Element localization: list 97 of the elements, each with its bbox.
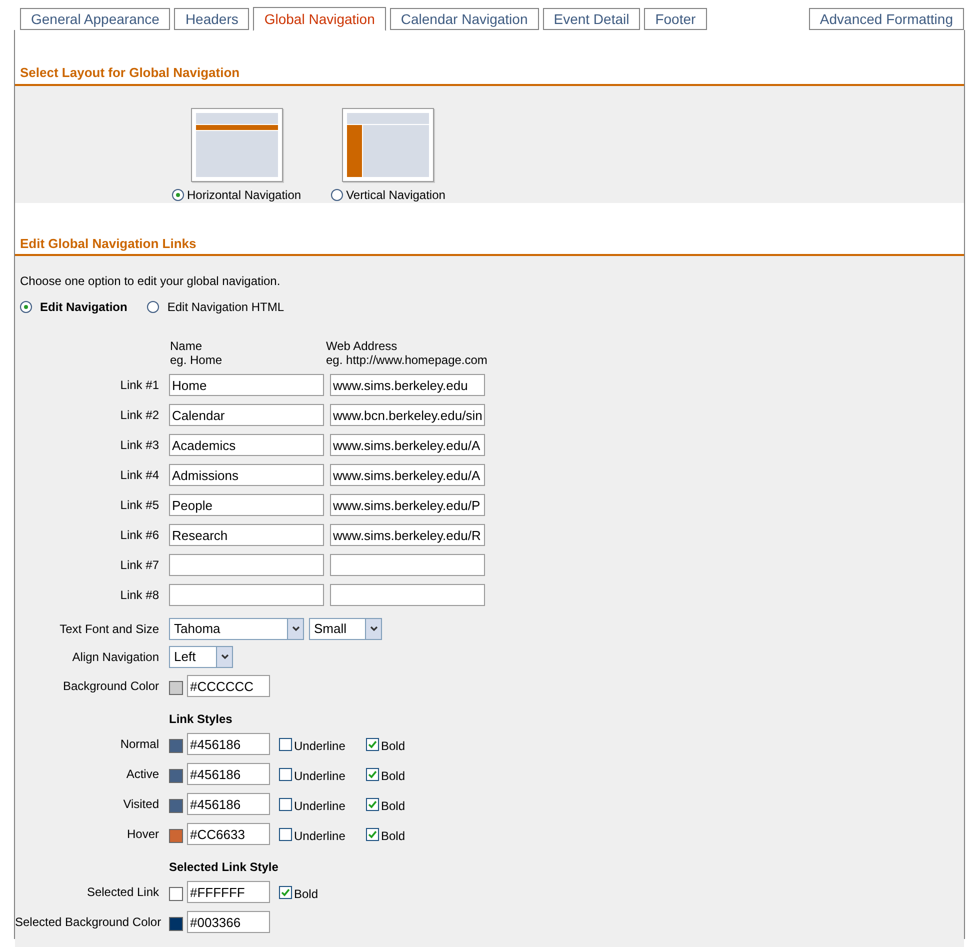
input-field[interactable] bbox=[169, 554, 324, 576]
input-field[interactable] bbox=[169, 584, 324, 606]
checkbox-label: Bold bbox=[381, 828, 406, 844]
input-field[interactable]: #CC6633 bbox=[187, 823, 270, 845]
column-header: Web Address bbox=[326, 339, 398, 353]
checkbox[interactable] bbox=[366, 738, 379, 750]
instruction-text: Choose one option to edit your global navigation. bbox=[20, 273, 282, 290]
section-heading: Select Layout for Global Navigation bbox=[20, 65, 240, 80]
color-swatch[interactable] bbox=[169, 739, 183, 753]
field-label: Background Color bbox=[62, 678, 160, 695]
chevron-down-icon bbox=[287, 619, 303, 639]
tab[interactable]: General Appearance bbox=[20, 8, 170, 30]
color-swatch[interactable] bbox=[169, 829, 183, 843]
color-swatch[interactable] bbox=[169, 799, 183, 813]
checkbox-label: Bold bbox=[381, 738, 406, 754]
layout-thumbnail[interactable] bbox=[190, 108, 283, 182]
checkbox[interactable] bbox=[366, 828, 379, 840]
checkbox-label: Bold bbox=[381, 768, 406, 784]
dropdown[interactable]: Tahoma bbox=[169, 618, 304, 640]
checkbox[interactable] bbox=[279, 798, 292, 810]
input-field[interactable]: www.sims.berkeley.edu/A bbox=[330, 464, 485, 486]
field-label: Link #5 bbox=[119, 497, 160, 514]
tab[interactable]: Event Detail bbox=[542, 8, 640, 30]
tab[interactable]: Footer bbox=[644, 8, 707, 30]
input-field[interactable]: #456186 bbox=[187, 733, 270, 755]
radio-button[interactable] bbox=[331, 188, 344, 200]
field-label: Text Font and Size bbox=[58, 621, 160, 638]
radio-button[interactable] bbox=[172, 188, 184, 200]
radio-button[interactable] bbox=[20, 301, 32, 313]
subsection-heading: Selected Link Style bbox=[169, 859, 278, 876]
field-label: Normal bbox=[119, 736, 160, 753]
input-field[interactable]: Research bbox=[169, 524, 324, 546]
input-field[interactable]: People bbox=[169, 494, 324, 516]
field-label: Link #7 bbox=[119, 557, 160, 574]
input-field[interactable]: www.sims.berkeley.edu/A bbox=[330, 434, 485, 456]
color-swatch[interactable] bbox=[169, 887, 183, 901]
tab[interactable]: Advanced Formatting bbox=[808, 8, 964, 30]
checkbox-label: Bold bbox=[294, 886, 318, 902]
chevron-down-icon bbox=[216, 647, 232, 667]
field-label: Link #1 bbox=[119, 377, 160, 394]
checkbox[interactable] bbox=[366, 798, 379, 810]
input-field[interactable]: #FFFFFF bbox=[187, 881, 270, 903]
option-label: Edit Navigation bbox=[40, 299, 128, 316]
option-label: Edit Navigation HTML bbox=[167, 299, 284, 316]
option-label: Vertical Navigation bbox=[346, 186, 446, 204]
input-field[interactable]: www.sims.berkeley.edu/R bbox=[330, 524, 485, 546]
field-label: Link #3 bbox=[119, 437, 160, 454]
tab[interactable]: Calendar Navigation bbox=[390, 8, 539, 30]
input-field[interactable] bbox=[330, 584, 485, 606]
input-field[interactable]: Academics bbox=[169, 434, 324, 456]
field-label: Link #2 bbox=[119, 407, 160, 424]
input-field[interactable]: www.sims.berkeley.edu bbox=[330, 374, 485, 396]
field-label: Selected Link bbox=[86, 884, 160, 901]
checkbox[interactable] bbox=[279, 886, 292, 898]
checkbox[interactable] bbox=[279, 828, 292, 840]
dropdown[interactable]: Small bbox=[309, 618, 382, 640]
field-label: Link #4 bbox=[119, 467, 160, 484]
field-label: Link #6 bbox=[119, 527, 160, 544]
input-field[interactable] bbox=[330, 554, 485, 576]
tab[interactable]: Headers bbox=[174, 8, 250, 30]
color-swatch[interactable] bbox=[169, 681, 183, 695]
field-label: Hover bbox=[126, 826, 160, 843]
subsection-heading: Link Styles bbox=[169, 711, 232, 728]
color-swatch[interactable] bbox=[169, 917, 183, 931]
field-label: Selected Background Color bbox=[15, 914, 162, 931]
dropdown[interactable]: Left bbox=[169, 646, 233, 668]
radio-button[interactable] bbox=[147, 301, 160, 313]
column-header: Name bbox=[170, 339, 204, 353]
checkbox-label: Underline bbox=[294, 798, 346, 814]
checkbox-label: Underline bbox=[294, 768, 346, 784]
tab[interactable]: Global Navigation bbox=[253, 7, 386, 31]
input-field[interactable]: Home bbox=[169, 374, 324, 396]
chevron-down-icon bbox=[365, 619, 381, 639]
input-field[interactable]: Admissions bbox=[169, 464, 324, 486]
input-field[interactable]: #456186 bbox=[187, 793, 270, 815]
input-field[interactable]: #456186 bbox=[187, 763, 270, 785]
field-label: Align Navigation bbox=[71, 649, 160, 666]
checkbox-label: Bold bbox=[381, 798, 406, 814]
input-field[interactable]: www.bcn.berkeley.edu/sin bbox=[330, 404, 485, 426]
checkbox[interactable] bbox=[279, 738, 292, 750]
layout-thumbnail[interactable] bbox=[342, 108, 434, 182]
checkbox[interactable] bbox=[279, 768, 292, 780]
input-field[interactable]: #003366 bbox=[187, 911, 270, 933]
input-field[interactable]: Calendar bbox=[169, 404, 324, 426]
input-field[interactable]: www.sims.berkeley.edu/P bbox=[330, 494, 485, 516]
checkbox-label: Underline bbox=[294, 828, 346, 844]
section-heading: Edit Global Navigation Links bbox=[20, 236, 196, 250]
field-label: Active bbox=[125, 766, 160, 783]
field-label: Visited bbox=[122, 796, 160, 813]
input-field[interactable]: #CCCCCC bbox=[187, 675, 270, 697]
field-label: Link #8 bbox=[119, 587, 160, 604]
column-hint: eg. http://www.homepage.com bbox=[326, 353, 488, 367]
color-swatch[interactable] bbox=[169, 769, 183, 783]
checkbox[interactable] bbox=[366, 768, 379, 780]
checkbox-label: Underline bbox=[294, 738, 346, 754]
option-label: Horizontal Navigation bbox=[187, 186, 302, 204]
column-hint: eg. Home bbox=[170, 353, 224, 367]
